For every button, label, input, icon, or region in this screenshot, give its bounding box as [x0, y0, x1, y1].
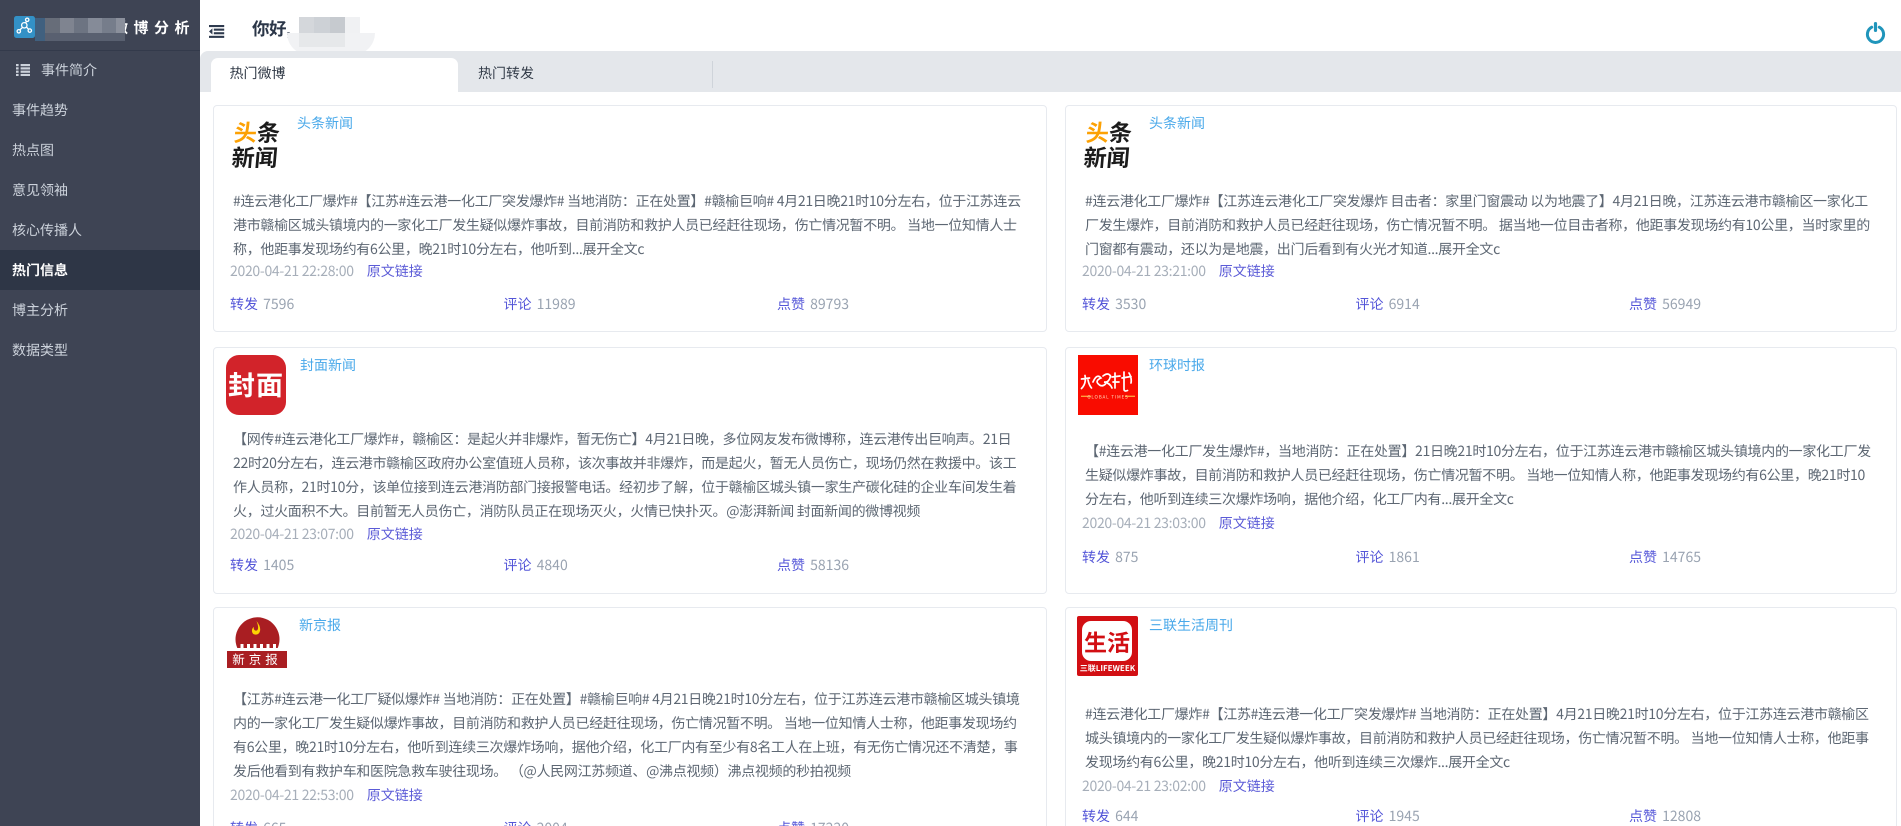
- svg-text:新京报: 新京报: [232, 649, 282, 668]
- svg-text:GLOBAL TIMES: GLOBAL TIMES: [1087, 395, 1128, 401]
